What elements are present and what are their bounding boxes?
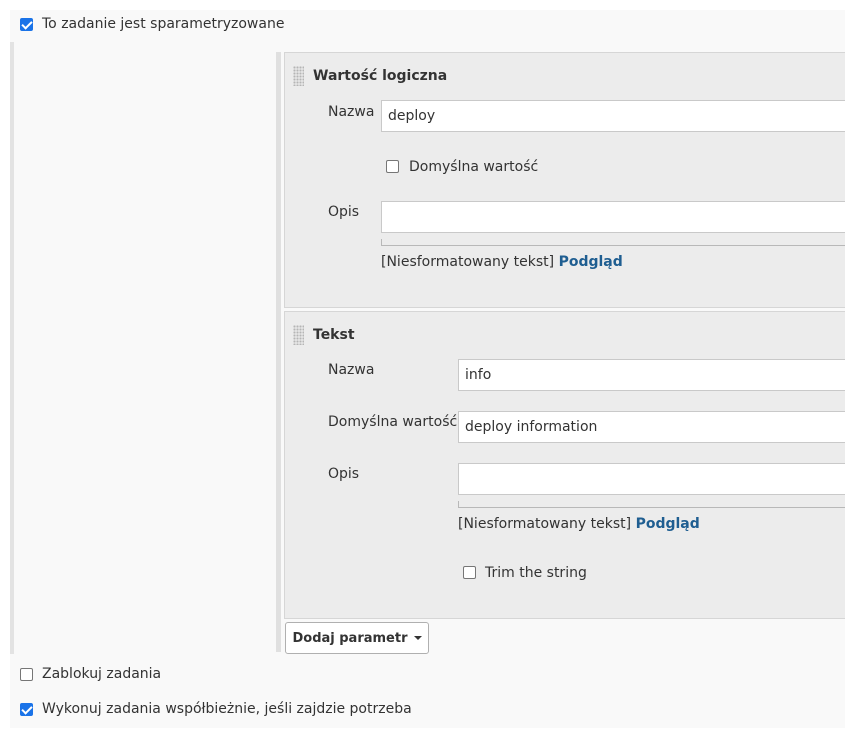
default-value-label: Domyślna wartość [409,159,539,175]
trim-label: Trim the string [485,565,587,581]
param-boolean: Wartość logiczna Nazwa deploy Domyślna w… [284,52,845,308]
textarea-resize-bar[interactable] [458,501,845,508]
param-title: Tekst [313,327,355,343]
params-indent-bar [276,52,281,652]
name-input[interactable]: deploy [381,100,845,132]
description-textarea[interactable] [458,463,845,495]
trim-checkbox[interactable] [463,566,476,579]
param-title: Wartość logiczna [313,68,448,84]
description-label: Opis [328,466,360,482]
default-value-input[interactable]: deploy information [458,411,845,443]
section-indent-bar [10,42,14,654]
param-text: Tekst Nazwa info Domyślna wartość deploy… [284,311,845,619]
default-value-checkbox[interactable] [386,160,399,173]
preview-link[interactable]: Podgląd [559,254,623,270]
drag-handle-icon[interactable] [293,325,304,345]
format-hint: [Niesformatowany tekst] Podgląd [381,254,623,270]
name-label: Nazwa [328,362,375,378]
format-text: [Niesformatowany tekst] [381,254,555,270]
parameterized-label: To zadanie jest sparametryzowane [42,16,285,32]
drag-handle-icon[interactable] [293,66,304,86]
parameterized-checkbox[interactable] [20,18,33,31]
textarea-resize-bar[interactable] [381,239,845,246]
add-parameter-button[interactable]: Dodaj parametr [285,622,429,654]
block-builds-label: Zablokuj zadania [42,666,162,682]
block-builds-checkbox[interactable] [20,668,33,681]
format-hint: [Niesformatowany tekst] Podgląd [458,516,700,532]
default-value-label: Domyślna wartość [328,414,458,430]
description-label: Opis [328,204,360,220]
format-text: [Niesformatowany tekst] [458,516,632,532]
name-input[interactable]: info [458,359,845,391]
concurrent-builds-checkbox[interactable] [20,703,33,716]
description-textarea[interactable] [381,201,845,233]
concurrent-builds-label: Wykonuj zadania współbieżnie, jeśli zajd… [42,701,412,717]
add-parameter-label: Dodaj parametr [292,630,408,646]
preview-link[interactable]: Podgląd [636,516,700,532]
job-config-page: To zadanie jest sparametryzowane Wartość… [0,0,845,729]
caret-down-icon [413,636,422,640]
name-label: Nazwa [328,104,375,120]
